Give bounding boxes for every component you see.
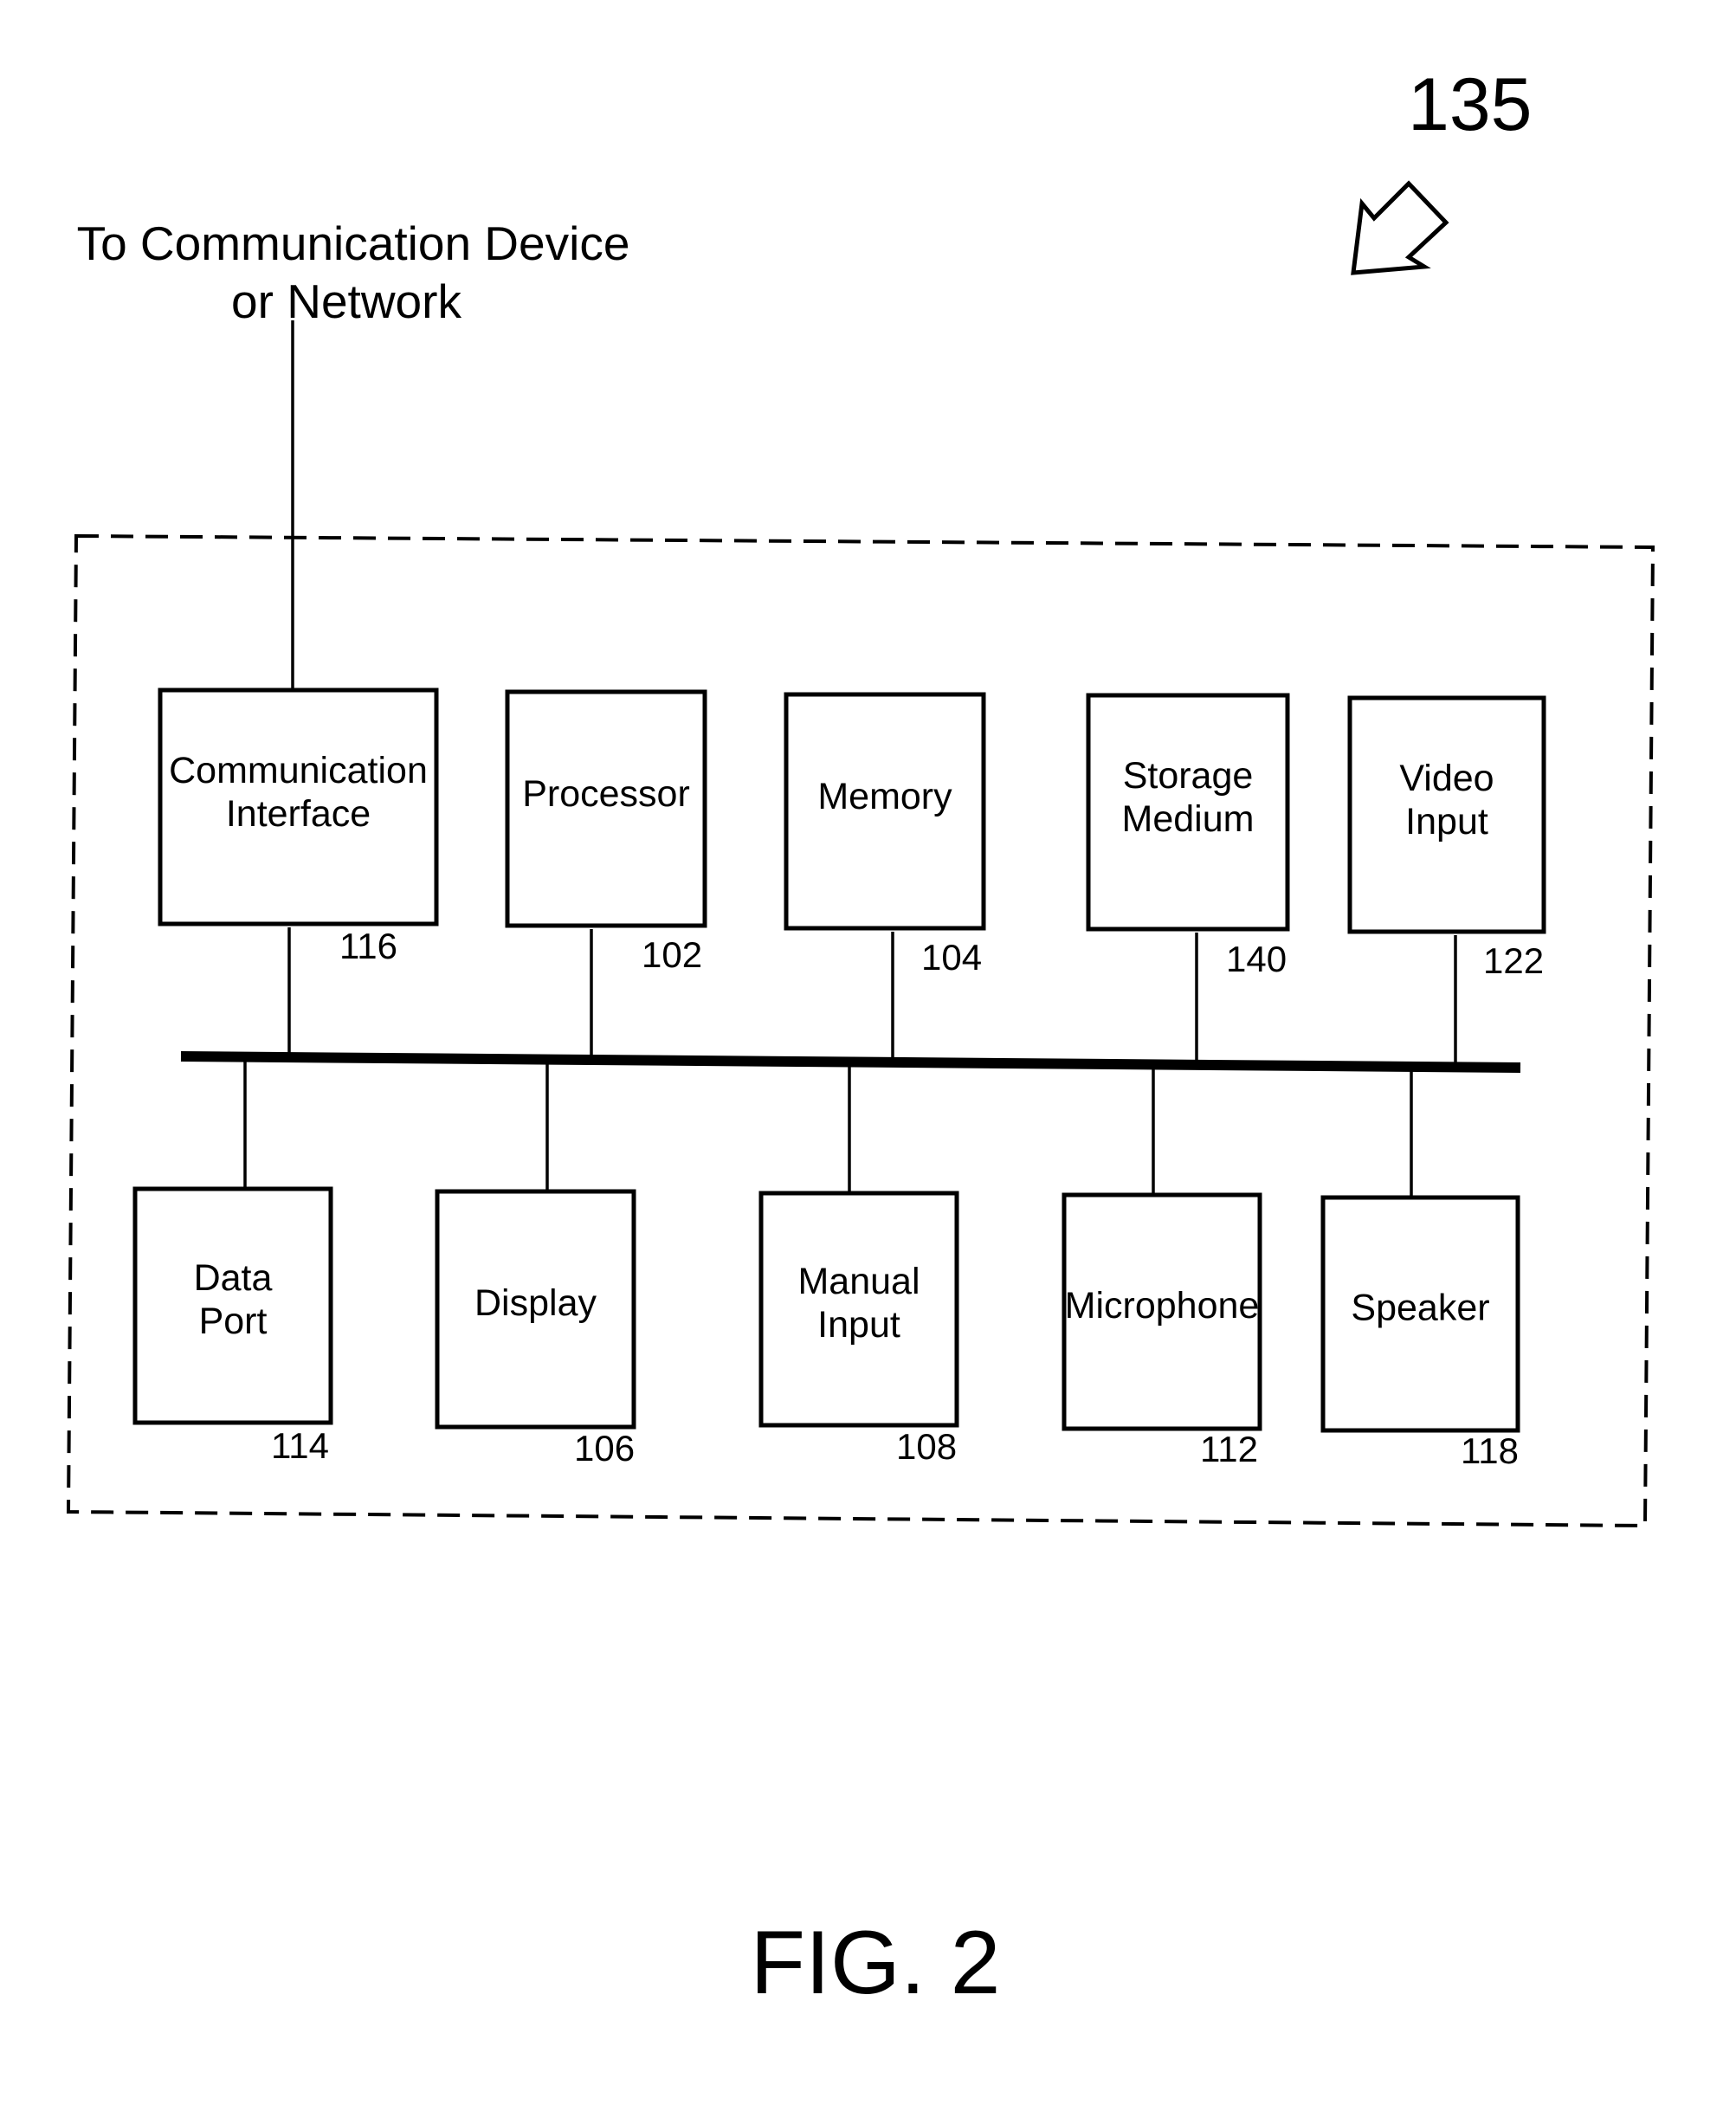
component-storage-medium: StorageMedium 140 (1086, 693, 1290, 1063)
ref-numeral-display: 106 (574, 1428, 635, 1469)
box-label-video-input: Video (1399, 758, 1494, 799)
box-label-microphone: Microphone (1065, 1285, 1260, 1327)
box-label-processor: Processor (522, 773, 690, 815)
box-label-storage-medium: Medium (1122, 798, 1255, 840)
box-label-display: Display (474, 1282, 597, 1324)
box-label-data-port: Data (194, 1257, 273, 1299)
box-label-data-port: Port (199, 1301, 268, 1342)
box-label-speaker: Speaker (1351, 1288, 1489, 1329)
box-label-video-input: Input (1405, 801, 1488, 842)
box-label-storage-medium: Storage (1123, 755, 1254, 797)
block-diagram: 135 To Communication Device or Network C… (66, 63, 1655, 2013)
ref-numeral-processor: 102 (642, 934, 702, 975)
external-connection-label-line-1: To Communication Device (77, 216, 630, 270)
component-processor: Processor 102 (505, 689, 707, 1059)
figure-reference-numeral: 135 (1408, 63, 1533, 146)
ref-numeral-communication-interface: 116 (339, 926, 397, 966)
box-label-manual-input: Manual (797, 1261, 920, 1302)
box-label-memory: Memory (817, 776, 952, 817)
component-manual-input: ManualInput 108 (758, 1063, 959, 1467)
component-communication-interface: CommunicationInterface 116 (158, 688, 439, 1057)
ref-numeral-microphone: 112 (1200, 1429, 1258, 1469)
ref-numeral-data-port: 114 (271, 1425, 329, 1466)
box-label-communication-interface: Communication (169, 750, 428, 791)
ref-numeral-storage-medium: 140 (1226, 939, 1287, 979)
bottom-row-components: DataPort 114 Display 106 ManualInput 108 Micro… (132, 1060, 1520, 1471)
pointer-arrow-icon (1351, 180, 1449, 275)
component-memory: Memory 104 (784, 692, 986, 1061)
component-data-port: DataPort 114 (132, 1060, 333, 1466)
ref-numeral-speaker: 118 (1461, 1430, 1519, 1471)
box-label-communication-interface: Interface (226, 793, 371, 835)
component-display: Display 106 (435, 1062, 636, 1469)
external-connection-label-line-2: or Network (231, 274, 461, 328)
ref-numeral-manual-input: 108 (896, 1426, 957, 1467)
component-video-input: VideoInput 122 (1347, 695, 1546, 1065)
ref-numeral-video-input: 122 (1483, 940, 1544, 981)
top-row-components: CommunicationInterface 116 Processor 102 Mem… (158, 688, 1546, 1065)
ref-numeral-memory: 104 (921, 937, 982, 978)
box-label-manual-input: Input (817, 1304, 900, 1346)
component-microphone: Microphone 112 (1062, 1065, 1262, 1469)
component-speaker: Speaker 118 (1320, 1067, 1520, 1471)
figure-caption: FIG. 2 (751, 1913, 1001, 2013)
